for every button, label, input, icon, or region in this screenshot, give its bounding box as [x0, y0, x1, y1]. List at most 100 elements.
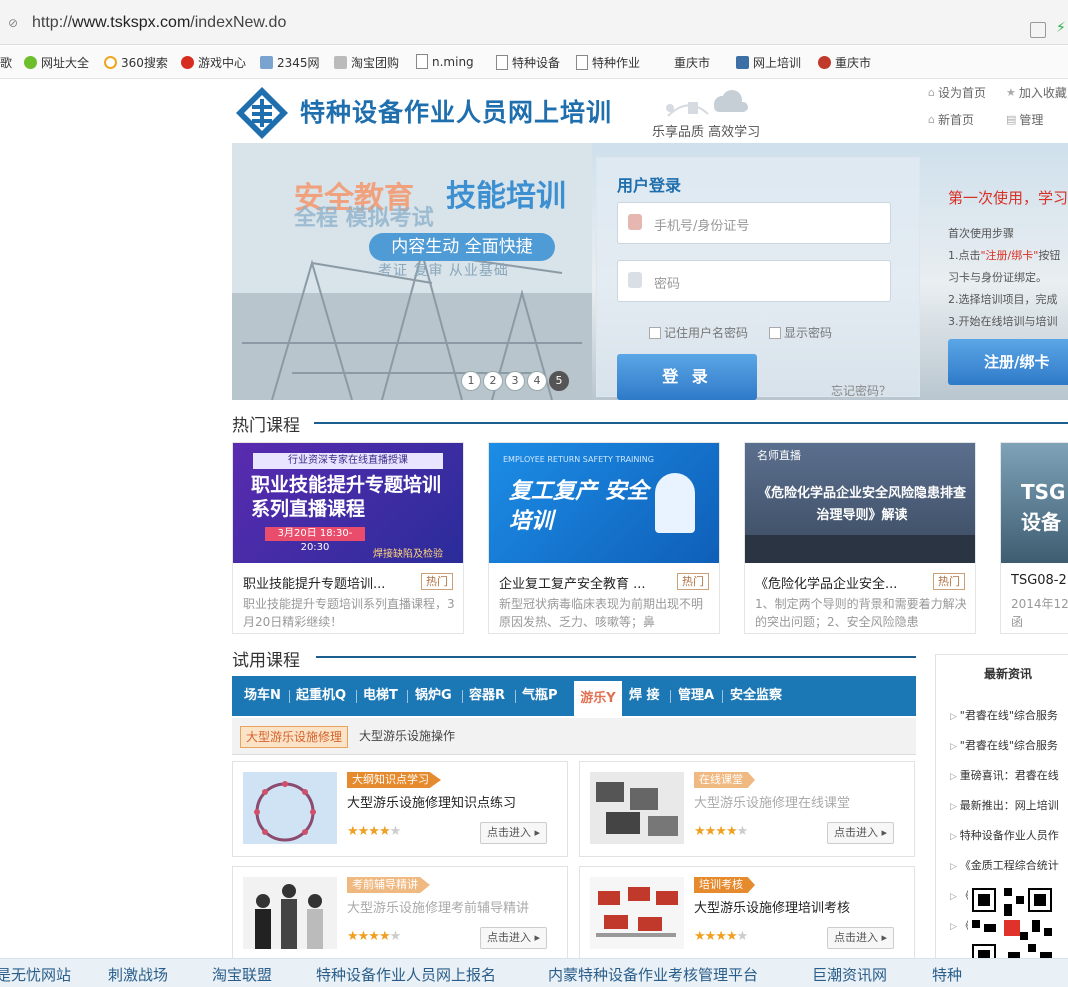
subcategory-tabs: 大型游乐设施修理 大型游乐设施操作 [232, 718, 916, 755]
url-path: /indexNew.do [190, 14, 287, 31]
bookmark-item[interactable]: 特种作业 [576, 54, 640, 71]
enter-button[interactable]: 点击进入 ▸ [479, 927, 547, 949]
footer-link[interactable]: 是无忧网站 [0, 964, 71, 985]
slide-dot[interactable]: 2 [483, 371, 503, 391]
url-field[interactable]: http://www.tskspx.com/indexNew.do [32, 14, 286, 32]
grid-icon[interactable] [1030, 22, 1046, 38]
bookmark-item[interactable]: 淘宝团购 [334, 54, 399, 71]
tab-safety-supervision[interactable]: 安全监察 [730, 676, 782, 716]
forgot-password-link[interactable]: 忘记密码？ [831, 382, 891, 399]
enter-button[interactable]: 点击进入 ▸ [479, 822, 547, 844]
bookmark-item[interactable]: n.ming [416, 54, 474, 69]
arrow-right-icon: ▸ [881, 931, 887, 944]
trial-course-card[interactable]: 在线课堂 大型游乐设施修理在线课堂 ★★★★★ 点击进入 ▸ [579, 761, 915, 857]
tab-forklift[interactable]: 场车N [244, 676, 281, 716]
slide-dot[interactable]: 3 [505, 371, 525, 391]
trial-course-card[interactable]: 培训考核 大型游乐设施修理培训考核 ★★★★★ 点击进入 ▸ [579, 866, 915, 962]
slide-dot[interactable]: 1 [461, 371, 481, 391]
tab-amusement[interactable]: 游乐Y [574, 681, 622, 716]
help-step-2: 2.选择培训项目，完成 [948, 293, 1058, 306]
slide-dot-active[interactable]: 5 [549, 371, 569, 391]
footer-link[interactable]: 淘宝联盟 [212, 964, 272, 985]
people-thumb [243, 877, 337, 949]
banner-sub: 考证 复审 从业基础 [378, 263, 509, 279]
banner-headline-b: 技能培训 [446, 179, 566, 214]
bookmark-item[interactable]: 歌 [0, 54, 12, 71]
section-divider [314, 422, 1068, 424]
bookmark-item[interactable]: 2345网 [260, 54, 320, 71]
news-item[interactable]: 《金质工程综合统计 [950, 857, 1059, 873]
lock-icon [628, 272, 642, 288]
course-title[interactable]: TSG08-2 [1011, 573, 1068, 588]
bookmark-item[interactable]: 360搜索 [104, 54, 168, 71]
doctor-figure [655, 473, 695, 533]
bookmark-item[interactable]: 网上培训 [736, 54, 801, 71]
course-name[interactable]: 大型游乐设施修理培训考核 [694, 897, 850, 916]
subtab-operation[interactable]: 大型游乐设施操作 [354, 726, 460, 746]
arrow-right-icon: ▸ [881, 826, 887, 839]
enter-button[interactable]: 点击进入 ▸ [826, 927, 894, 949]
manage-link[interactable]: ▤ 管理 [1006, 111, 1043, 128]
tab-vessel[interactable]: 容器R [469, 676, 505, 716]
course-name[interactable]: 大型游乐设施修理在线课堂 [694, 792, 850, 811]
bookmark-item[interactable]: 重庆市 [818, 54, 871, 71]
set-homepage-link[interactable]: ⌂ 设为首页 [928, 84, 986, 101]
slide-dot[interactable]: 4 [527, 371, 547, 391]
news-item[interactable]: 最新推出：网上培训 [950, 797, 1059, 813]
star-icon: ★ [1006, 86, 1016, 99]
tab-separator [289, 690, 290, 703]
footer-link[interactable]: 巨潮资讯网 [812, 964, 887, 985]
thumb-subtitle: EMPLOYEE RETURN SAFETY TRAINING [503, 455, 654, 464]
enter-button[interactable]: 点击进入 ▸ [826, 822, 894, 844]
bookmark-item[interactable]: 重庆市 [674, 54, 710, 71]
tab-management[interactable]: 管理A [678, 676, 714, 716]
username-input[interactable]: 手机号/身份证号 [617, 202, 891, 244]
register-bind-card-button[interactable]: 注册/绑卡 [948, 339, 1068, 385]
tab-separator [722, 690, 723, 703]
trial-course-card[interactable]: 大纲知识点学习 大型游乐设施修理知识点练习 ★★★★★ 点击进入 ▸ [232, 761, 568, 857]
tab-elevator[interactable]: 电梯T [363, 676, 398, 716]
new-homepage-link[interactable]: ⌂ 新首页 [928, 111, 974, 128]
footer-link[interactable]: 刺激战场 [108, 964, 168, 985]
footer-link[interactable]: 特种设备作业人员网上报名 [316, 964, 496, 985]
add-favorite-link[interactable]: ★ 加入收藏 [1006, 84, 1067, 101]
login-button[interactable]: 登 录 [617, 354, 757, 400]
bookmark-item[interactable]: 游戏中心 [181, 54, 246, 71]
hot-course-card[interactable]: 名师直播 《危险化学品企业安全风险隐患排查治理导则》解读 《危险化学品企业安全.… [744, 442, 976, 634]
lightning-icon[interactable]: ⚡ [1056, 20, 1066, 36]
hero-banner: 安全教育 技能培训 全程 模拟考试 内容生动 全面快捷 考证 复审 从业基础 1… [232, 143, 1068, 400]
news-item[interactable]: "君睿在线"综合服务 [950, 707, 1058, 723]
bookmark-item[interactable]: 特种设备 [496, 54, 560, 71]
news-item[interactable]: "君睿在线"综合服务 [950, 737, 1058, 753]
tab-boiler[interactable]: 锅炉G [415, 676, 452, 716]
site-logo[interactable] [234, 85, 290, 141]
hot-course-card[interactable]: TSG 设备 TSG08-2 2014年12函[2014]4 [1000, 442, 1068, 634]
browser-address-bar: ⊘ http://www.tskspx.com/indexNew.do ⚡ [0, 0, 1068, 45]
show-password-checkbox[interactable]: 显示密码 [769, 324, 832, 341]
course-name[interactable]: 大型游乐设施修理考前辅导精讲 [347, 897, 529, 916]
thumb-title: TSG 设备 [1021, 480, 1066, 534]
ferris-wheel-thumb [243, 772, 337, 844]
tab-crane[interactable]: 起重机Q [296, 676, 346, 716]
course-title[interactable]: 《危险化学品企业安全... [755, 573, 925, 592]
site-title[interactable]: 特种设备作业人员网上培训 [300, 93, 612, 129]
hot-course-card[interactable]: EMPLOYEE RETURN SAFETY TRAINING 复工复产 安全培… [488, 442, 720, 634]
subtab-repair[interactable]: 大型游乐设施修理 [240, 726, 349, 748]
remember-checkbox[interactable]: 记住用户名密码 [649, 324, 748, 341]
footer-link[interactable]: 内蒙特种设备作业考核管理平台 [548, 964, 758, 985]
password-input[interactable]: 密码 [617, 260, 891, 302]
course-name[interactable]: 大型游乐设施修理知识点练习 [347, 792, 516, 811]
checkbox-label: 显示密码 [784, 326, 833, 340]
tab-welding[interactable]: 焊 接 [629, 676, 660, 716]
footer-link[interactable]: 特种 [932, 964, 962, 985]
hot-course-card[interactable]: 行业资深专家在线直播授课 职业技能提升专题培训系列直播课程 3月20日 18:3… [232, 442, 464, 634]
bookmark-item[interactable]: 网址大全 [24, 54, 89, 71]
trial-course-card[interactable]: 考前辅导精讲 大型游乐设施修理考前辅导精讲 ★★★★★ 点击进入 ▸ [232, 866, 568, 962]
news-item[interactable]: 特种设备作业人员作 [950, 827, 1059, 843]
course-title[interactable]: 企业复工复产安全教育 ... [499, 573, 669, 592]
tab-cylinder[interactable]: 气瓶P [522, 676, 558, 716]
news-item[interactable]: 重磅喜讯：君睿在线 [950, 767, 1059, 783]
course-title[interactable]: 职业技能提升专题培训... [243, 573, 413, 592]
red-dot-icon [818, 56, 831, 69]
category-tabs: 场车N 起重机Q 电梯T 锅炉G 容器R 气瓶P 游乐Y 焊 接 管理A 安全监… [232, 676, 916, 716]
